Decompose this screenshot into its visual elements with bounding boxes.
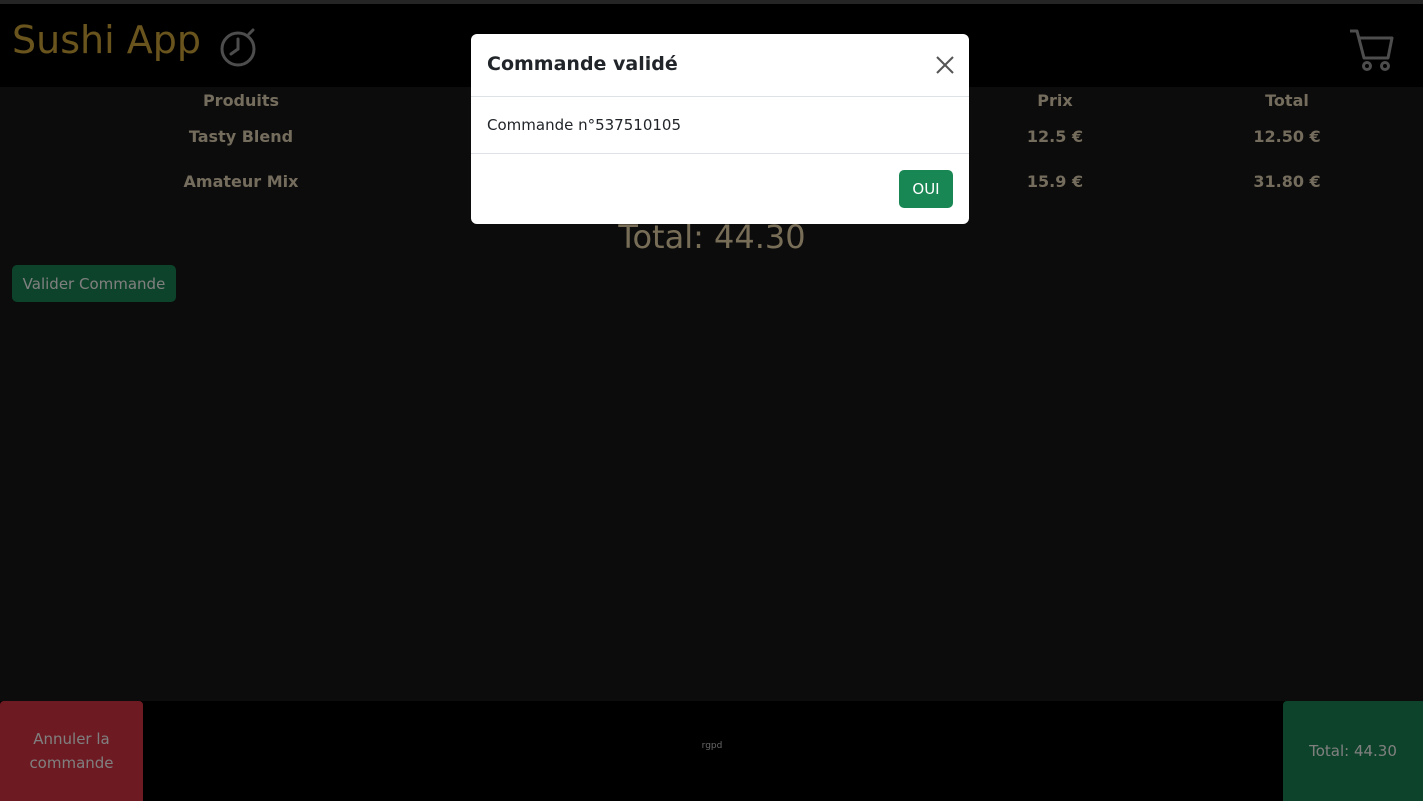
- modal-body: Commande n°537510105: [471, 97, 969, 154]
- confirm-button[interactable]: OUI: [899, 170, 953, 208]
- modal-header: Commande validé: [471, 34, 969, 97]
- close-icon: [936, 56, 954, 74]
- close-button[interactable]: [931, 54, 959, 78]
- sushi-app: Sushi App Produits Prix Total Tasty Blen…: [0, 0, 1423, 801]
- order-number: Commande n°537510105: [487, 116, 681, 134]
- order-validated-modal: Commande validé Commande n°537510105 OUI: [471, 34, 969, 224]
- modal-title: Commande validé: [487, 53, 678, 75]
